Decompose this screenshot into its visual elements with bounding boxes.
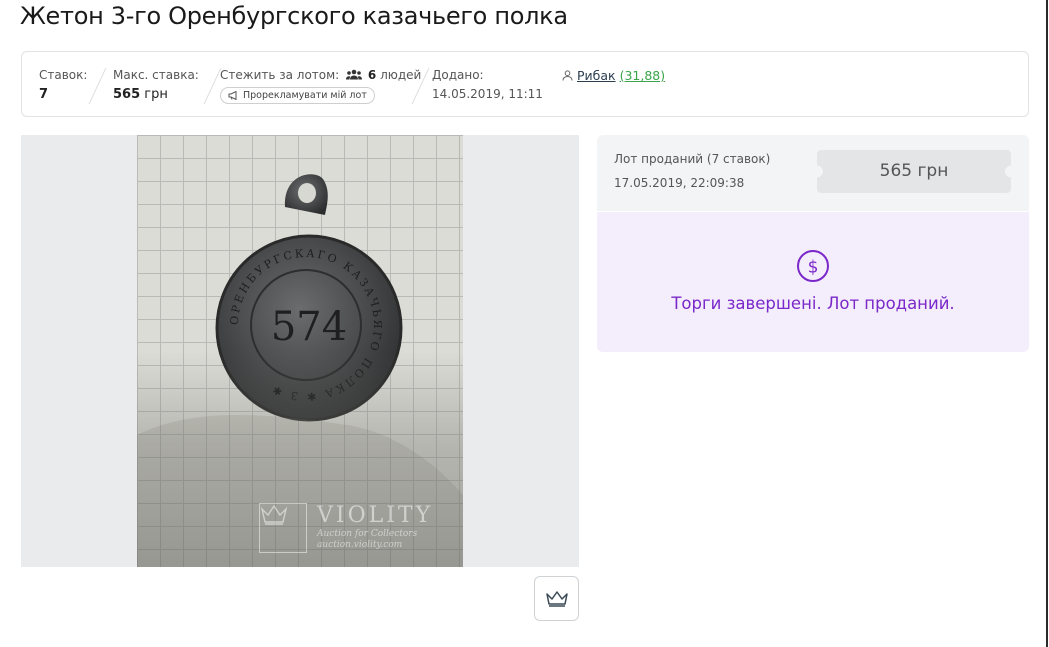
users-icon (346, 69, 363, 80)
lot-photo-viewer[interactable]: ОРЕНБУРГСКАГО КАЗАЧЬЯГО ПОЛКА ✱ 3 ✱ 574 … (21, 135, 579, 567)
watch-unit: людей (380, 68, 422, 82)
watermark-sub1: Auction for Collectors (317, 529, 418, 539)
page-title: Жетон 3-го Оренбургского казачьего полка (20, 2, 568, 30)
window-edge (1046, 0, 1048, 647)
watchers: Стежить за лотом: 6 людей Прорекламувати… (220, 68, 421, 104)
added-label: Додано: (432, 68, 484, 82)
lot-photo: ОРЕНБУРГСКАГО КАЗАЧЬЯГО ПОЛКА ✱ 3 ✱ 574 … (137, 135, 463, 567)
status-message: Торги завершені. Лот проданий. (671, 294, 955, 313)
crown-icon (545, 590, 568, 607)
promote-lot-button[interactable]: Прорекламувати мій лот (220, 87, 375, 104)
lot-info-bar: Ставок: 7 Макс. ставка: 565 грн Стежить … (21, 51, 1029, 117)
max-bid-amount: 565 (113, 87, 141, 102)
bids-value: 7 (39, 87, 49, 102)
seller-rating-link[interactable]: (31,88) (620, 68, 666, 83)
svg-text:$: $ (808, 258, 819, 278)
final-price: 565 грн (879, 161, 949, 181)
auction-status-panel: $ Торги завершені. Лот проданий. (597, 212, 1029, 352)
bids-count: Ставок: 7 (39, 68, 87, 102)
watermark-title: VIOLITY (317, 503, 434, 528)
crown-button[interactable] (534, 576, 579, 621)
sold-title: Лот проданий (7 ставок) (614, 152, 771, 166)
bids-label: Ставок: (39, 68, 88, 82)
max-bid-currency: грн (144, 87, 168, 102)
watermark-crown-icon (259, 503, 307, 553)
separator (203, 68, 222, 104)
watch-count: 6 (367, 68, 377, 82)
added-value: 14.05.2019, 11:11 (432, 87, 543, 101)
watch-label: Стежить за лотом: (220, 68, 340, 82)
added-date: Додано: 14.05.2019, 11:11 (432, 68, 543, 101)
seller-info: Рибак (31,88) (562, 68, 665, 83)
user-icon (562, 70, 573, 81)
seller-name-link[interactable]: Рибак (577, 68, 616, 83)
watermark: VIOLITY Auction for Collectors auction.v… (259, 503, 433, 553)
separator (88, 68, 107, 104)
max-bid-label: Макс. ставка: (113, 68, 199, 82)
megaphone-icon (228, 91, 237, 100)
sold-summary: Лот проданий (7 ставок) 17.05.2019, 22:0… (597, 135, 1029, 211)
sold-date: 17.05.2019, 22:09:38 (614, 176, 745, 190)
max-bid: Макс. ставка: 565 грн (113, 68, 199, 102)
watermark-sub2: auction.violity.com (317, 540, 403, 550)
promote-lot-label: Прорекламувати мій лот (243, 90, 367, 101)
dollar-circle-icon: $ (797, 250, 829, 282)
